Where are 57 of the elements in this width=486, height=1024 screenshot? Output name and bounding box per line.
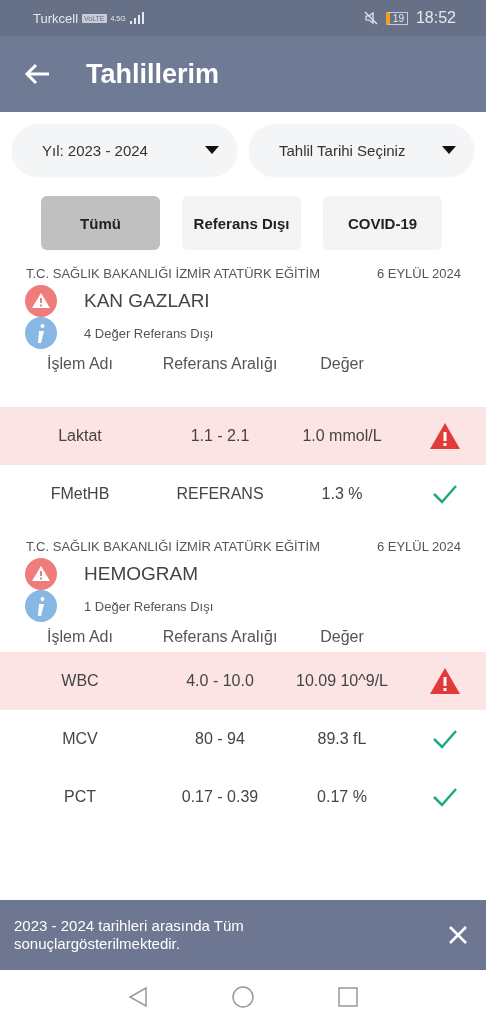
reference-range: 1.1 - 2.1 — [189, 427, 251, 445]
home-nav-button[interactable] — [232, 986, 254, 1008]
back-button[interactable] — [24, 63, 50, 85]
reference-range: 80 - 94 — [194, 730, 246, 748]
test-name: WBC — [60, 672, 100, 690]
test-group-title: KAN GAZLARI — [84, 290, 210, 312]
warning-icon — [430, 423, 460, 449]
test-date: 6 EYLÜL 2024 — [376, 539, 461, 554]
signal-icon — [129, 12, 144, 24]
column-header: Değer — [319, 628, 365, 646]
check-icon — [432, 729, 458, 749]
caret-icon — [442, 146, 456, 154]
page-title: Tahlillerim — [86, 58, 220, 90]
recents-nav-button[interactable] — [338, 987, 358, 1007]
column-header: Referans Aralığı — [161, 628, 279, 646]
filter-tab[interactable]: COVID-19 — [323, 196, 442, 250]
test-value: 89.3 fL — [316, 730, 368, 748]
reference-range: 0.17 - 0.39 — [180, 788, 260, 806]
info-icon — [25, 590, 57, 622]
column-header: İşlem Adı — [46, 355, 114, 373]
hospital-name: T.C. SAĞLIK BAKANLIĞI İZMİR ATATÜRK EĞİTİM — [26, 266, 320, 281]
warning-icon — [25, 285, 57, 317]
out-of-range-count: 4 Değer Referans Dışı — [84, 325, 214, 341]
test-value: 1.0 mmol/L — [301, 427, 383, 445]
test-name: MCV — [61, 730, 99, 748]
test-value: 1.3 % — [320, 485, 364, 503]
caret-icon — [205, 146, 219, 154]
test-date: 6 EYLÜL 2024 — [376, 266, 461, 281]
dropdown-field[interactable]: Yıl: 2023 - 2024 — [12, 124, 237, 176]
warning-icon — [430, 668, 460, 694]
column-header: İşlem Adı — [46, 628, 114, 646]
filter-tab[interactable]: Tümü — [41, 196, 160, 250]
battery-level: 19 — [385, 11, 408, 25]
test-group-title: HEMOGRAM — [84, 563, 198, 585]
check-icon — [432, 484, 458, 504]
dropdown-field[interactable]: Tahlil Tarihi Seçiniz — [249, 124, 474, 176]
reference-range: REFERANS — [175, 485, 265, 503]
snackbar-message: 2023 - 2024 tarihleri arasında Tüm sonuçlargösterilmektedir. — [14, 917, 245, 953]
test-name: FMetHB — [49, 485, 111, 503]
close-button[interactable] — [448, 925, 468, 945]
carrier-name: Turkcell — [33, 10, 79, 26]
warning-icon — [25, 558, 57, 590]
out-of-range-count: 1 Değer Referans Dışı — [84, 598, 214, 614]
reference-range: 4.0 - 10.0 — [185, 672, 255, 690]
muted-speaker-icon — [363, 11, 378, 25]
test-value: 10.09 10^9/L — [295, 672, 389, 690]
back-nav-button[interactable] — [128, 986, 148, 1008]
test-name: PCT — [63, 788, 97, 806]
filter-tab[interactable]: Referans Dışı — [182, 196, 301, 250]
clock-time: 18:52 — [415, 9, 456, 27]
check-icon — [432, 787, 458, 807]
info-icon — [25, 317, 57, 349]
hospital-name: T.C. SAĞLIK BAKANLIĞI İZMİR ATATÜRK EĞİTİM — [26, 539, 320, 554]
test-name: Laktat — [57, 427, 103, 445]
test-value: 0.17 % — [316, 788, 368, 806]
column-header: Referans Aralığı — [161, 355, 279, 373]
column-header: Değer — [319, 355, 365, 373]
